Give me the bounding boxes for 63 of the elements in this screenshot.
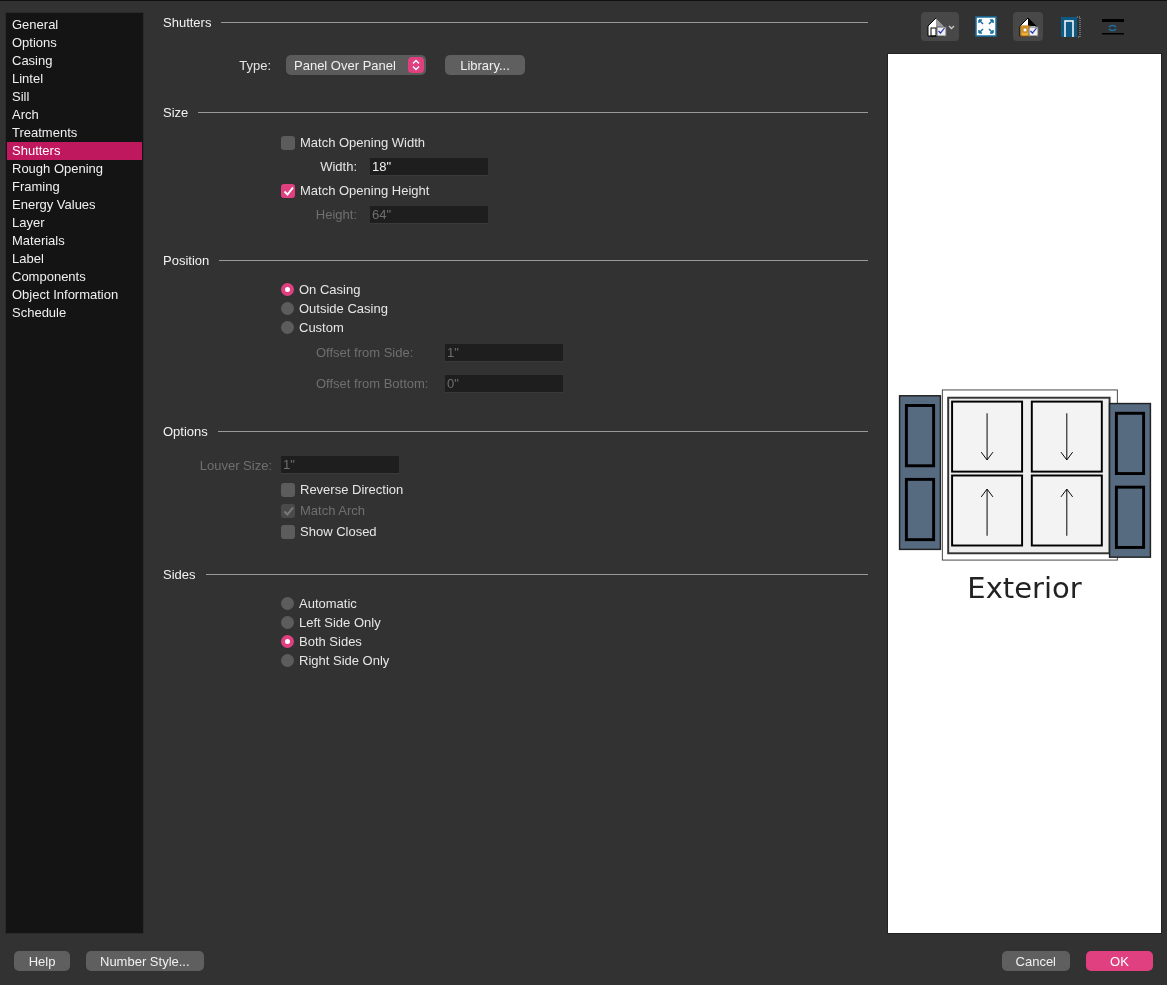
radio-button[interactable]	[281, 654, 294, 667]
checkbox-label: Reverse Direction	[300, 482, 404, 497]
fit-to-view-icon	[973, 13, 998, 40]
checkbox[interactable]	[281, 183, 295, 198]
field-label: Height:	[314, 207, 357, 222]
radio-button[interactable]	[281, 635, 294, 648]
sidebar-item[interactable]: Sill	[7, 88, 142, 106]
sidebar-item[interactable]: Options	[7, 34, 142, 52]
sidebar-item[interactable]: Components	[7, 268, 142, 286]
checkbox-label: Show Closed	[300, 524, 377, 539]
sidebar-item[interactable]: Rough Opening	[7, 160, 142, 178]
type-dropdown[interactable]: Panel Over Panel	[286, 55, 426, 75]
sidebar-item[interactable]: General	[7, 16, 142, 34]
checkbox-label: Match Opening Width	[300, 135, 425, 150]
stepper-icon	[408, 57, 424, 73]
dialog-button[interactable]: Number Style...	[86, 951, 204, 971]
sidebar-item[interactable]: Label	[7, 250, 142, 268]
sidebar-item[interactable]: Materials	[7, 232, 142, 250]
radio-button[interactable]	[281, 302, 294, 315]
sidebar-item[interactable]: Layer	[7, 214, 142, 232]
toolbar-button[interactable]	[920, 12, 959, 41]
field-label: Type:	[238, 57, 271, 73]
radio-button[interactable]	[281, 597, 294, 610]
radio-label: Custom	[299, 320, 344, 335]
field-label: Louver Size:	[198, 457, 272, 473]
input-field[interactable]: 18"	[370, 157, 488, 176]
radio-button[interactable]	[281, 283, 294, 296]
field-label: Offset from Side:	[316, 345, 415, 360]
sidebar-item[interactable]: Lintel	[7, 70, 142, 88]
sidebar-item[interactable]: Object Information	[7, 286, 142, 304]
sidebar-item[interactable]: Treatments	[7, 124, 142, 142]
checkbox[interactable]	[281, 524, 295, 539]
section-heading: Shutters	[163, 14, 212, 30]
checkbox-label: Match Arch	[300, 503, 366, 518]
dialog-button[interactable]: Help	[14, 951, 70, 971]
field-label: Width:	[319, 159, 357, 174]
sidebar-item[interactable]: Arch	[7, 106, 142, 124]
radio-button[interactable]	[281, 616, 294, 629]
sidebar-item[interactable]: Casing	[7, 52, 142, 70]
checkbox[interactable]	[281, 482, 295, 497]
dialog-button[interactable]: Cancel	[1001, 951, 1070, 971]
radio-label: Right Side Only	[299, 653, 390, 668]
toolbar-button[interactable]	[1012, 12, 1043, 41]
checkbox[interactable]	[281, 135, 295, 150]
field-label: Offset from Bottom:	[316, 376, 430, 391]
checkbox-label: Match Opening Height	[300, 183, 430, 198]
section-heading: Sides	[163, 566, 196, 582]
radio-label: Automatic	[299, 596, 357, 611]
radio-label: Left Side Only	[299, 615, 381, 630]
section-heading: Options	[163, 423, 208, 439]
radio-button[interactable]	[281, 321, 294, 334]
sidebar-item[interactable]: Framing	[7, 178, 142, 196]
library-button[interactable]: Library...	[445, 55, 525, 75]
sidebar-item[interactable]: Shutters	[7, 142, 142, 160]
section-heading: Size	[163, 104, 189, 120]
radio-label: On Casing	[299, 282, 361, 297]
section-heading: Position	[163, 252, 210, 268]
radio-label: Both Sides	[299, 634, 362, 649]
sidebar-item[interactable]: Schedule	[7, 304, 142, 322]
preview-caption: Exterior	[967, 570, 1082, 605]
dialog-button[interactable]: OK	[1086, 951, 1153, 971]
radio-label: Outside Casing	[299, 301, 388, 316]
sidebar-item[interactable]: Energy Values	[7, 196, 142, 214]
